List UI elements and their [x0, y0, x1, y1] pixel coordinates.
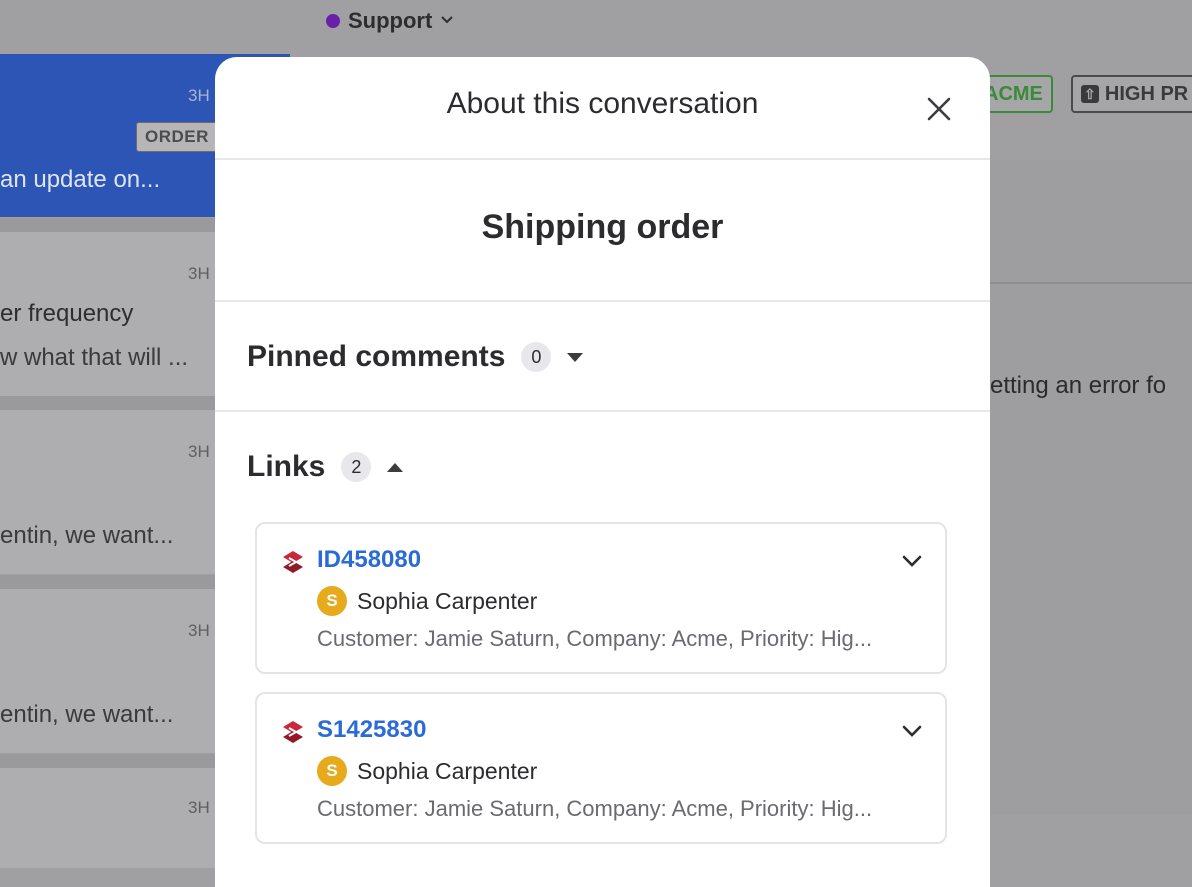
inbox-name: Support — [348, 8, 433, 33]
conversation-tags: ACME ⇧ HIGH PR — [976, 75, 1192, 113]
conversation-tag: ORDER — [136, 122, 218, 152]
chevron-down-icon[interactable] — [901, 724, 923, 738]
pinned-comments-section[interactable]: Pinned comments 0 — [215, 302, 990, 412]
inbox-selector[interactable]: Support — [326, 6, 454, 36]
conversation-snippet: entin, we want... — [0, 522, 174, 549]
about-conversation-modal: About this conversation Shipping order P… — [215, 57, 990, 887]
link-card[interactable]: S1425830 S Sophia Carpenter Customer: Ja… — [255, 692, 947, 844]
link-id[interactable]: ID458080 — [317, 546, 421, 574]
link-id[interactable]: S1425830 — [317, 716, 426, 744]
link-card[interactable]: ID458080 S Sophia Carpenter Customer: Ja… — [255, 522, 947, 674]
conversation-time: 3H — [188, 621, 210, 640]
conversation-time: 3H — [188, 798, 210, 817]
links-title: Links — [247, 450, 326, 483]
salesforce-logo-icon — [283, 721, 303, 743]
avatar: S — [317, 586, 347, 616]
avatar: S — [317, 756, 347, 786]
caret-down-icon[interactable] — [567, 352, 584, 362]
conversation-time: 3H — [188, 264, 210, 283]
conversation-time: 3H — [188, 86, 210, 105]
close-icon — [927, 97, 951, 121]
conversation-snippet: an update on... — [0, 166, 161, 193]
link-assignee: S Sophia Carpenter — [317, 586, 537, 616]
conversation-time: 3H — [188, 442, 210, 461]
conversation-subject-title: Shipping order — [481, 208, 724, 246]
pinned-comments-header[interactable]: Pinned comments 0 — [247, 340, 584, 374]
modal-title: About this conversation — [446, 87, 759, 120]
conversation-snippet: w what that will ... — [0, 344, 189, 371]
pinned-comments-count: 0 — [521, 342, 552, 372]
arrow-up-icon: ⇧ — [1080, 85, 1099, 103]
conversation-subject-section: Shipping order — [215, 160, 990, 302]
link-description: Customer: Jamie Saturn, Company: Acme, P… — [317, 626, 873, 651]
modal-header: About this conversation — [215, 57, 990, 160]
chevron-down-icon[interactable] — [901, 554, 923, 568]
link-assignee: S Sophia Carpenter — [317, 756, 537, 786]
assignee-name: Sophia Carpenter — [357, 587, 538, 614]
message-panel — [986, 160, 1192, 815]
message-text: etting an error fo — [990, 372, 1167, 399]
conversation-subject: er frequency — [0, 300, 134, 327]
caret-up-icon[interactable] — [387, 462, 404, 472]
close-button[interactable] — [923, 93, 955, 125]
panel-divider — [986, 282, 1192, 284]
tag-high-priority-label: HIGH PR — [1104, 83, 1189, 105]
assignee-name: Sophia Carpenter — [357, 757, 538, 784]
links-header[interactable]: Links 2 — [247, 450, 404, 484]
link-description: Customer: Jamie Saturn, Company: Acme, P… — [317, 796, 873, 821]
salesforce-logo-icon — [283, 551, 303, 573]
pinned-comments-title: Pinned comments — [247, 340, 506, 373]
inbox-color-dot — [326, 14, 340, 28]
links-count: 2 — [341, 452, 372, 482]
chevron-down-icon — [440, 12, 454, 30]
tag-high-priority[interactable]: ⇧ HIGH PR — [1070, 75, 1192, 113]
conversation-snippet: entin, we want... — [0, 701, 174, 728]
